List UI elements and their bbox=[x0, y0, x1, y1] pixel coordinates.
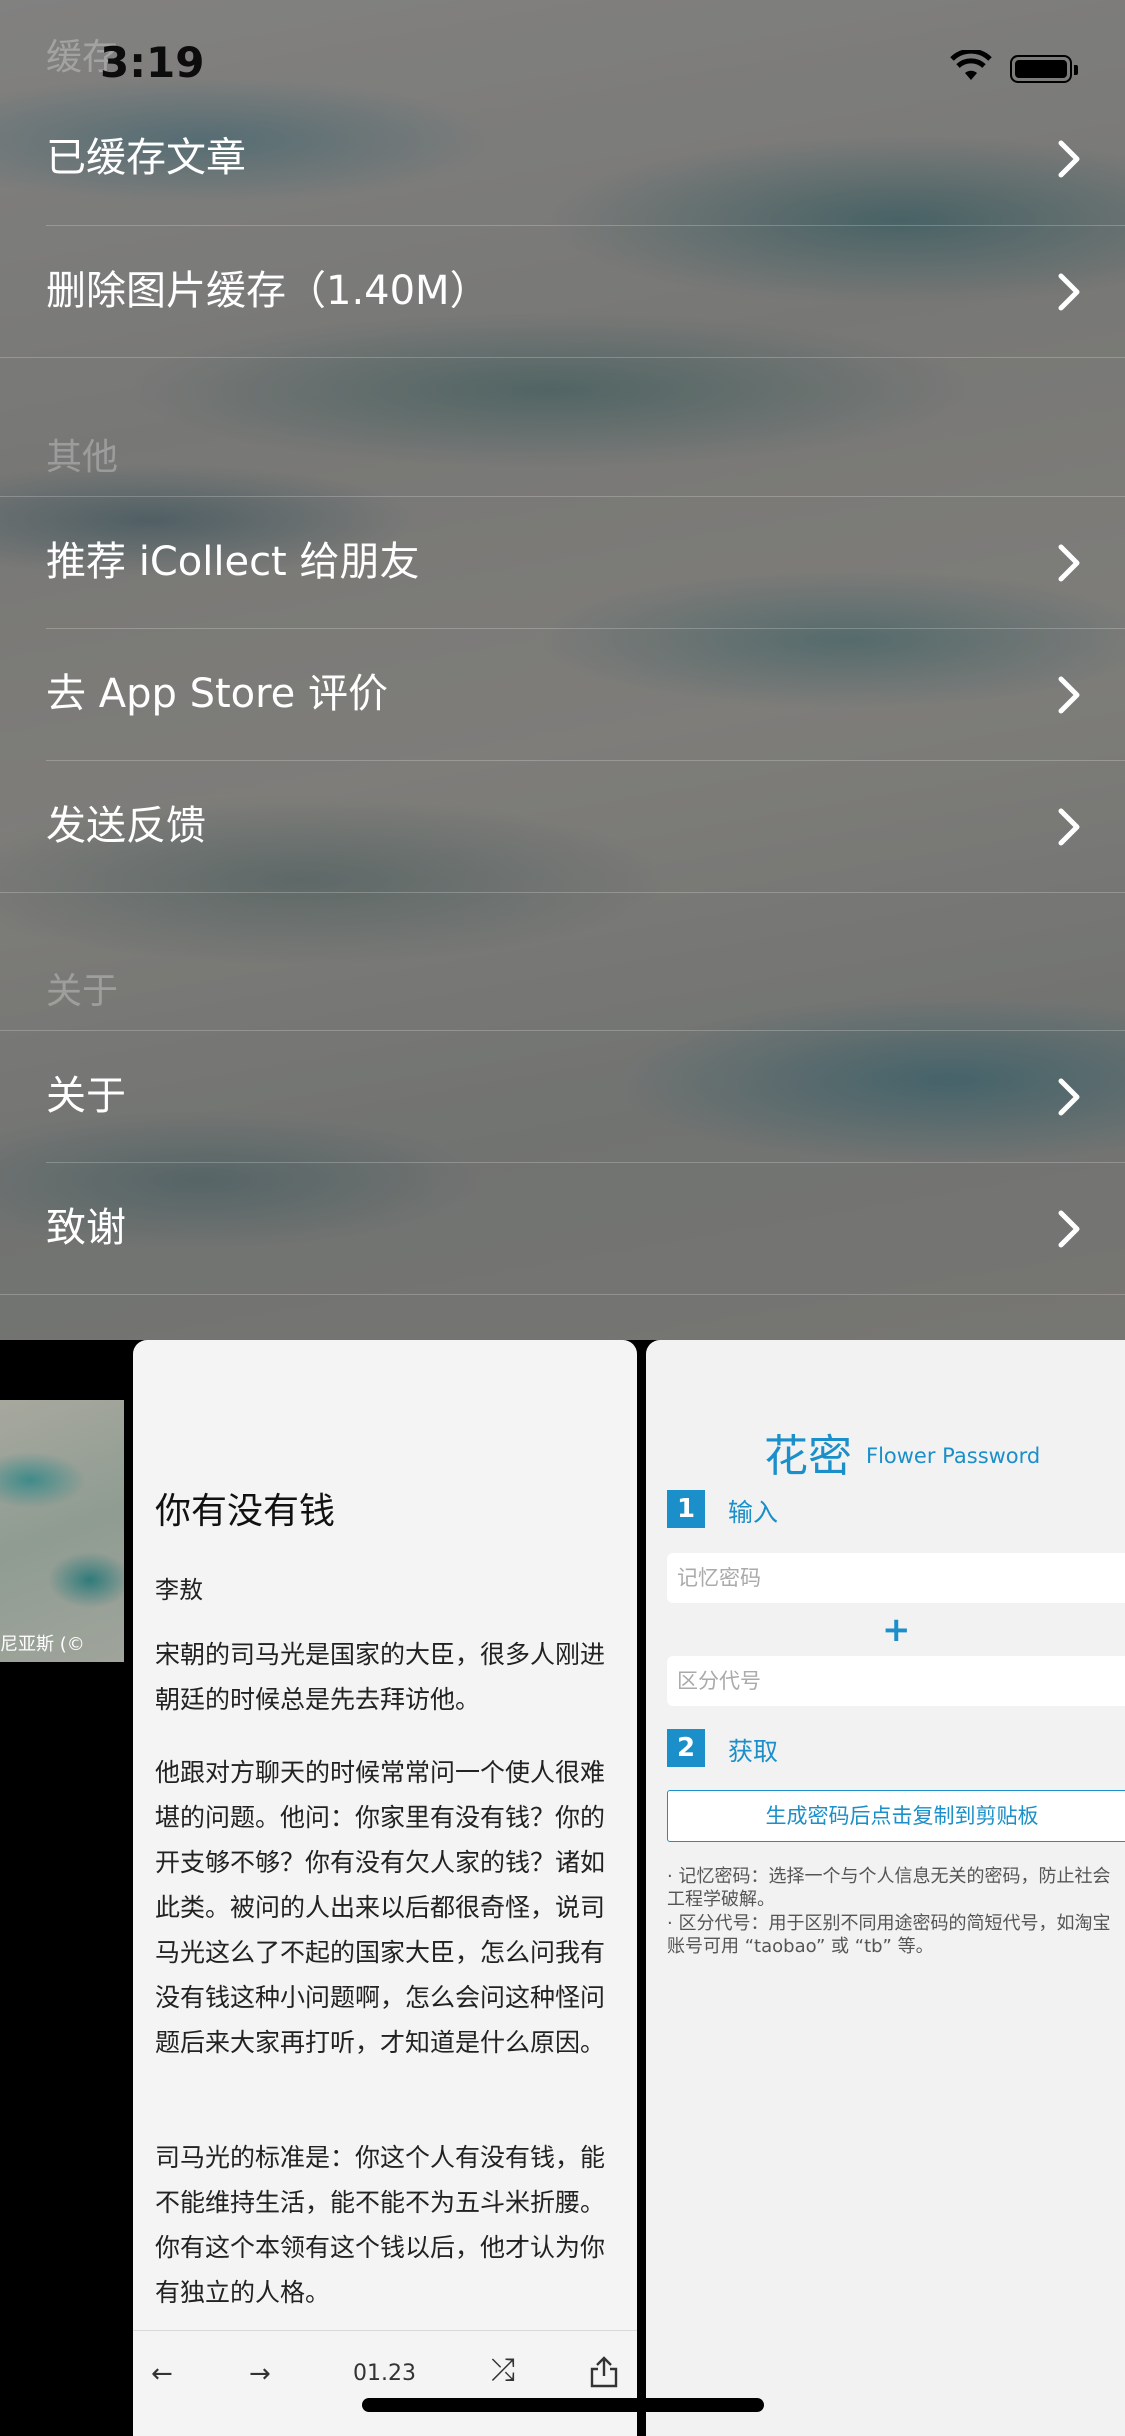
step-2-label: 获取 bbox=[728, 1737, 779, 1766]
status-time: 3:19 bbox=[100, 38, 205, 87]
article-toolbar: ← → 01.23 ⤮ bbox=[133, 2330, 637, 2436]
chevron-right-icon bbox=[1058, 1078, 1080, 1116]
generate-copy-button[interactable]: 生成密码后点击复制到剪贴板 bbox=[667, 1790, 1125, 1842]
clear-image-cache-label: 删除图片缓存（1.40M） bbox=[46, 268, 490, 314]
row-separator bbox=[0, 357, 1125, 358]
memory-password-note: · 记忆密码：选择一个与个人信息无关的密码，防止社会工程学破解。 bbox=[667, 1866, 1111, 1910]
share-icon[interactable] bbox=[589, 2355, 619, 2389]
article-paragraph: 司马光的标准是：你这个人有没有钱，能不能维持生活，能不能不为五斗米折腰。你有这个… bbox=[155, 2143, 606, 2307]
chevron-right-icon bbox=[1058, 544, 1080, 582]
feedback-row[interactable]: 发送反馈 bbox=[0, 760, 1125, 892]
photo-caption: 尼亚斯 (© bbox=[0, 1634, 85, 1655]
flower-password-logo: 花密 bbox=[764, 1431, 852, 1482]
article-paragraph: 他跟对方聊天的时候常常问一个使人很难堪的问题。他问：你家里有没有钱？你的开支够不… bbox=[155, 1758, 606, 2057]
rate-app-store-label: 去 App Store 评价 bbox=[46, 671, 389, 717]
step-2-badge: 2 bbox=[667, 1729, 705, 1767]
home-indicator[interactable] bbox=[362, 2398, 764, 2412]
article-date: 01.23 bbox=[353, 2361, 416, 2386]
distinguish-code-note: · 区分代号：用于区别不同用途密码的简短代号，如淘宝账号可用 “taobao” … bbox=[667, 1913, 1111, 1957]
photo-card[interactable]: 尼亚斯 (© bbox=[0, 1340, 124, 2436]
distinguish-code-input[interactable]: 区分代号 bbox=[667, 1656, 1125, 1706]
rate-app-store-row[interactable]: 去 App Store 评价 bbox=[0, 628, 1125, 760]
battery-icon bbox=[1010, 55, 1078, 83]
recommend-row[interactable]: 推荐 iCollect 给朋友 bbox=[0, 496, 1125, 628]
shuffle-icon[interactable]: ⤮ bbox=[491, 2353, 515, 2388]
status-bar: 3:19 bbox=[0, 0, 1125, 130]
feedback-label: 发送反馈 bbox=[46, 803, 206, 849]
thanks-row[interactable]: 致谢 bbox=[0, 1162, 1125, 1294]
memory-password-input[interactable]: 记忆密码 bbox=[667, 1553, 1125, 1603]
back-arrow-icon[interactable]: ← bbox=[151, 2359, 173, 2389]
recommend-label: 推荐 iCollect 给朋友 bbox=[46, 539, 420, 585]
chevron-right-icon bbox=[1058, 273, 1080, 311]
chevron-right-icon bbox=[1058, 140, 1080, 178]
about-label: 关于 bbox=[46, 1073, 126, 1119]
thanks-label: 致谢 bbox=[46, 1205, 126, 1251]
article-title: 你有没有钱 bbox=[155, 1491, 336, 1532]
section-header-about: 关于 bbox=[46, 971, 119, 1012]
row-separator bbox=[0, 892, 1125, 893]
article-author: 李敖 bbox=[155, 1576, 203, 1604]
step-1-badge: 1 bbox=[667, 1490, 705, 1528]
about-row[interactable]: 关于 bbox=[0, 1030, 1125, 1162]
section-header-other: 其他 bbox=[46, 437, 119, 478]
row-separator bbox=[0, 1294, 1125, 1295]
plus-icon: + bbox=[882, 1610, 911, 1650]
photo-thumbnail bbox=[0, 1400, 124, 1662]
flower-password-card[interactable]: 花密 Flower Password 1 输入 记忆密码 + 区分代号 2 获取… bbox=[646, 1340, 1125, 2436]
article-paragraph: 宋朝的司马光是国家的大臣，很多人刚进朝廷的时候总是先去拜访他。 bbox=[155, 1640, 606, 1714]
step-1-label: 输入 bbox=[728, 1498, 779, 1527]
flower-password-subtitle: Flower Password bbox=[866, 1444, 1041, 1468]
forward-arrow-icon[interactable]: → bbox=[249, 2359, 271, 2389]
chevron-right-icon bbox=[1058, 676, 1080, 714]
chevron-right-icon bbox=[1058, 1210, 1080, 1248]
wifi-icon bbox=[950, 50, 992, 80]
clear-image-cache-row[interactable]: 删除图片缓存（1.40M） bbox=[0, 225, 1125, 357]
chevron-right-icon bbox=[1058, 808, 1080, 846]
article-card[interactable]: 你有没有钱 李敖 宋朝的司马光是国家的大臣，很多人刚进朝廷的时候总是先去拜访他。… bbox=[133, 1340, 637, 2436]
